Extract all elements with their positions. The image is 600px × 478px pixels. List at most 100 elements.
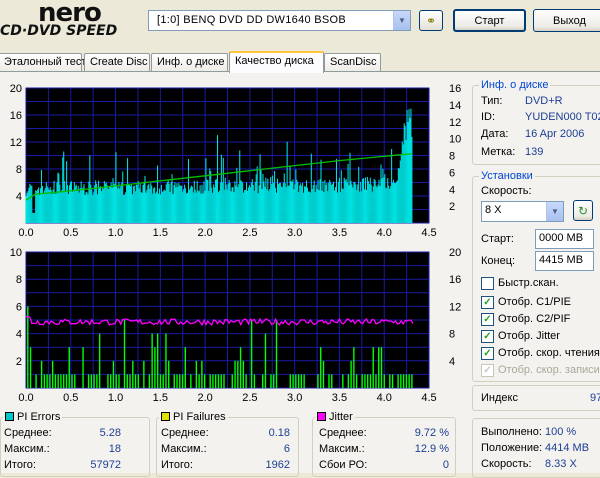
stat-label: Среднее: — [161, 427, 209, 439]
x-axis-label: 4.0 — [377, 392, 392, 403]
disc-type-value: DVD+R — [525, 95, 563, 107]
pi-failures-title: PI Failures — [159, 411, 228, 423]
stat-value: 57972 — [90, 459, 121, 471]
drive-info-button[interactable]: ⚭ — [419, 10, 443, 31]
x-axis-label: 2.0 — [197, 227, 212, 239]
checkmark-icon[interactable]: ✓ — [481, 312, 494, 326]
x-axis-label: 4.5 — [421, 392, 436, 403]
disc-type-label: Тип: — [481, 95, 503, 107]
x-axis-label: 1.5 — [153, 392, 168, 403]
pi-errors-title: PI Errors — [3, 411, 63, 423]
checkmark-icon[interactable]: ✓ — [481, 329, 494, 343]
progress-done-value: 100 % — [545, 426, 577, 438]
pi-errors-swatch — [5, 412, 14, 421]
progress-position-value: 4414 MB — [545, 442, 590, 454]
jitter-stats: Jitter Среднее: 9.72 % Максим.: 12.9 % С… — [312, 411, 456, 477]
speed-select-value: 8 X — [485, 204, 502, 216]
show-read-speed-checkbox[interactable]: ✓ Отобр. скор. чтения — [481, 346, 600, 360]
chevron-down-icon[interactable]: ▼ — [393, 11, 410, 30]
x-axis-label: 1.0 — [108, 392, 123, 403]
chain-icon: ⚭ — [425, 13, 437, 28]
index-value: 97 — [590, 392, 600, 404]
show-pif-checkbox[interactable]: ✓ Отобр. C2/PIF — [481, 312, 570, 326]
x-axis-label: 3.5 — [332, 392, 347, 403]
x-axis-label: 3.0 — [287, 392, 302, 403]
x-axis-label: 4.0 — [377, 227, 392, 239]
stat-value: 9.72 % — [414, 427, 449, 439]
y-axis-right-label: 12 — [449, 301, 461, 313]
x-axis-label: 4.5 — [421, 227, 436, 239]
y-axis-left-label: 8 — [16, 164, 22, 176]
start-button[interactable]: Старт — [453, 9, 526, 32]
y-axis-left-label: 8 — [16, 274, 22, 286]
chevron-down-icon[interactable]: ▼ — [546, 202, 563, 221]
checkmark-icon[interactable]: ✓ — [481, 295, 494, 309]
stat-label: Итого: — [4, 459, 36, 471]
show-pie-checkbox[interactable]: ✓ Отобр. C1/PIE — [481, 295, 571, 309]
checkbox-label: Отобр. C1/PIE — [498, 296, 571, 308]
x-axis-label: 2.5 — [242, 227, 257, 239]
stat-value: 0.18 — [268, 427, 290, 439]
tab-benchmark[interactable]: Эталонный тест — [0, 53, 86, 72]
stat-value: 12.9 % — [414, 443, 449, 455]
progress-group: Выполнено: 100 % Положение: 4414 MB Скор… — [472, 418, 600, 478]
pi-failures-chart: 10 8 6 4 2 20 16 12 8 4 0.0 0.5 1.0 1.5 2.0 2.5 3.0 3.5 4… — [10, 247, 462, 403]
x-axis-label: 0.5 — [63, 227, 78, 239]
tab-disc-quality[interactable]: Качество диска — [229, 51, 324, 73]
y-axis-right-label: 16 — [449, 83, 461, 95]
y-axis-left-label: 2 — [16, 356, 22, 368]
stat-label: Среднее: — [319, 427, 367, 439]
pi-errors-stats: PI Errors Среднее: 5.28 Максим.: 18 Итог… — [0, 411, 150, 477]
checkbox-label: Отобр. C2/PIF — [498, 313, 571, 325]
y-axis-right-label: 2 — [449, 201, 455, 213]
stat-value: 18 — [108, 443, 121, 455]
index-label: Индекс — [481, 392, 518, 404]
pi-errors-title-text: PI Errors — [17, 411, 61, 423]
x-axis-label: 0.0 — [18, 227, 33, 239]
disc-info-title: Инф. о диске — [479, 79, 551, 91]
y-axis-left-label: 6 — [16, 301, 22, 313]
y-axis-right-label: 8 — [449, 329, 455, 341]
disc-date-label: Дата: — [481, 128, 509, 140]
y-axis-left-label: 20 — [10, 83, 22, 95]
stat-label: Итого: — [161, 459, 193, 471]
x-axis-label: 0.5 — [63, 392, 78, 403]
progress-done-label: Выполнено: — [481, 426, 542, 438]
checkbox-label: Отобр. Jitter — [498, 330, 560, 342]
tab-scandisc[interactable]: ScanDisc — [324, 53, 381, 72]
checkbox-label: Отобр. скор. чтения — [498, 347, 600, 359]
end-position-label: Конец: — [481, 255, 516, 267]
pi-failures-title-text: PI Failures — [173, 411, 226, 423]
y-axis-right-label: 4 — [449, 356, 455, 368]
speed-select[interactable]: 8 X ▼ — [481, 201, 564, 222]
settings-group: Установки Скорость: 8 X ▼ ↻ Старт: 0000 … — [472, 170, 600, 382]
disc-label-value: 139 — [525, 146, 544, 158]
checkmark-icon[interactable]: ✓ — [481, 346, 494, 360]
disc-info-group: Инф. о диске Тип: DVD+R ID: YUDEN000 T02… — [472, 79, 600, 165]
logo-subtitle: CD·DVD SPEED — [0, 23, 118, 39]
tab-disc-info[interactable]: Инф. о диске — [151, 53, 228, 72]
pi-failures-swatch — [161, 412, 170, 421]
end-position-input[interactable]: 4415 MB — [535, 251, 594, 271]
y-axis-right-label: 10 — [449, 134, 461, 146]
jitter-title-text: Jitter — [329, 411, 353, 423]
show-jitter-checkbox[interactable]: ✓ Отобр. Jitter — [481, 329, 560, 343]
index-group: Индекс 97 — [472, 385, 600, 411]
refresh-icon: ↻ — [577, 203, 589, 218]
refresh-speed-button[interactable]: ↻ — [573, 200, 593, 221]
y-axis-right-label: 14 — [449, 100, 461, 112]
drive-select[interactable]: [1:0] BENQ DVD DD DW1640 BSOB ▼ — [148, 10, 411, 31]
quick-scan-checkbox[interactable]: Быстр.скан. — [481, 276, 559, 290]
tab-create-disc[interactable]: Create Disc — [84, 53, 150, 72]
stat-label: Среднее: — [4, 427, 52, 439]
checkbox-box[interactable] — [481, 276, 494, 290]
tab-bar: Эталонный тест Create Disc Инф. о диске … — [0, 51, 600, 73]
start-position-input[interactable]: 0000 MB — [535, 229, 594, 249]
y-axis-right-label: 6 — [449, 167, 455, 179]
progress-speed-value: 8.33 X — [545, 458, 577, 470]
nero-logo: nero CD·DVD SPEED — [0, 0, 150, 42]
exit-button[interactable]: Выход — [533, 9, 600, 32]
progress-position-label: Положение: — [481, 442, 543, 454]
y-axis-left-label: 10 — [10, 247, 22, 259]
y-axis-right-label: 20 — [449, 247, 461, 259]
